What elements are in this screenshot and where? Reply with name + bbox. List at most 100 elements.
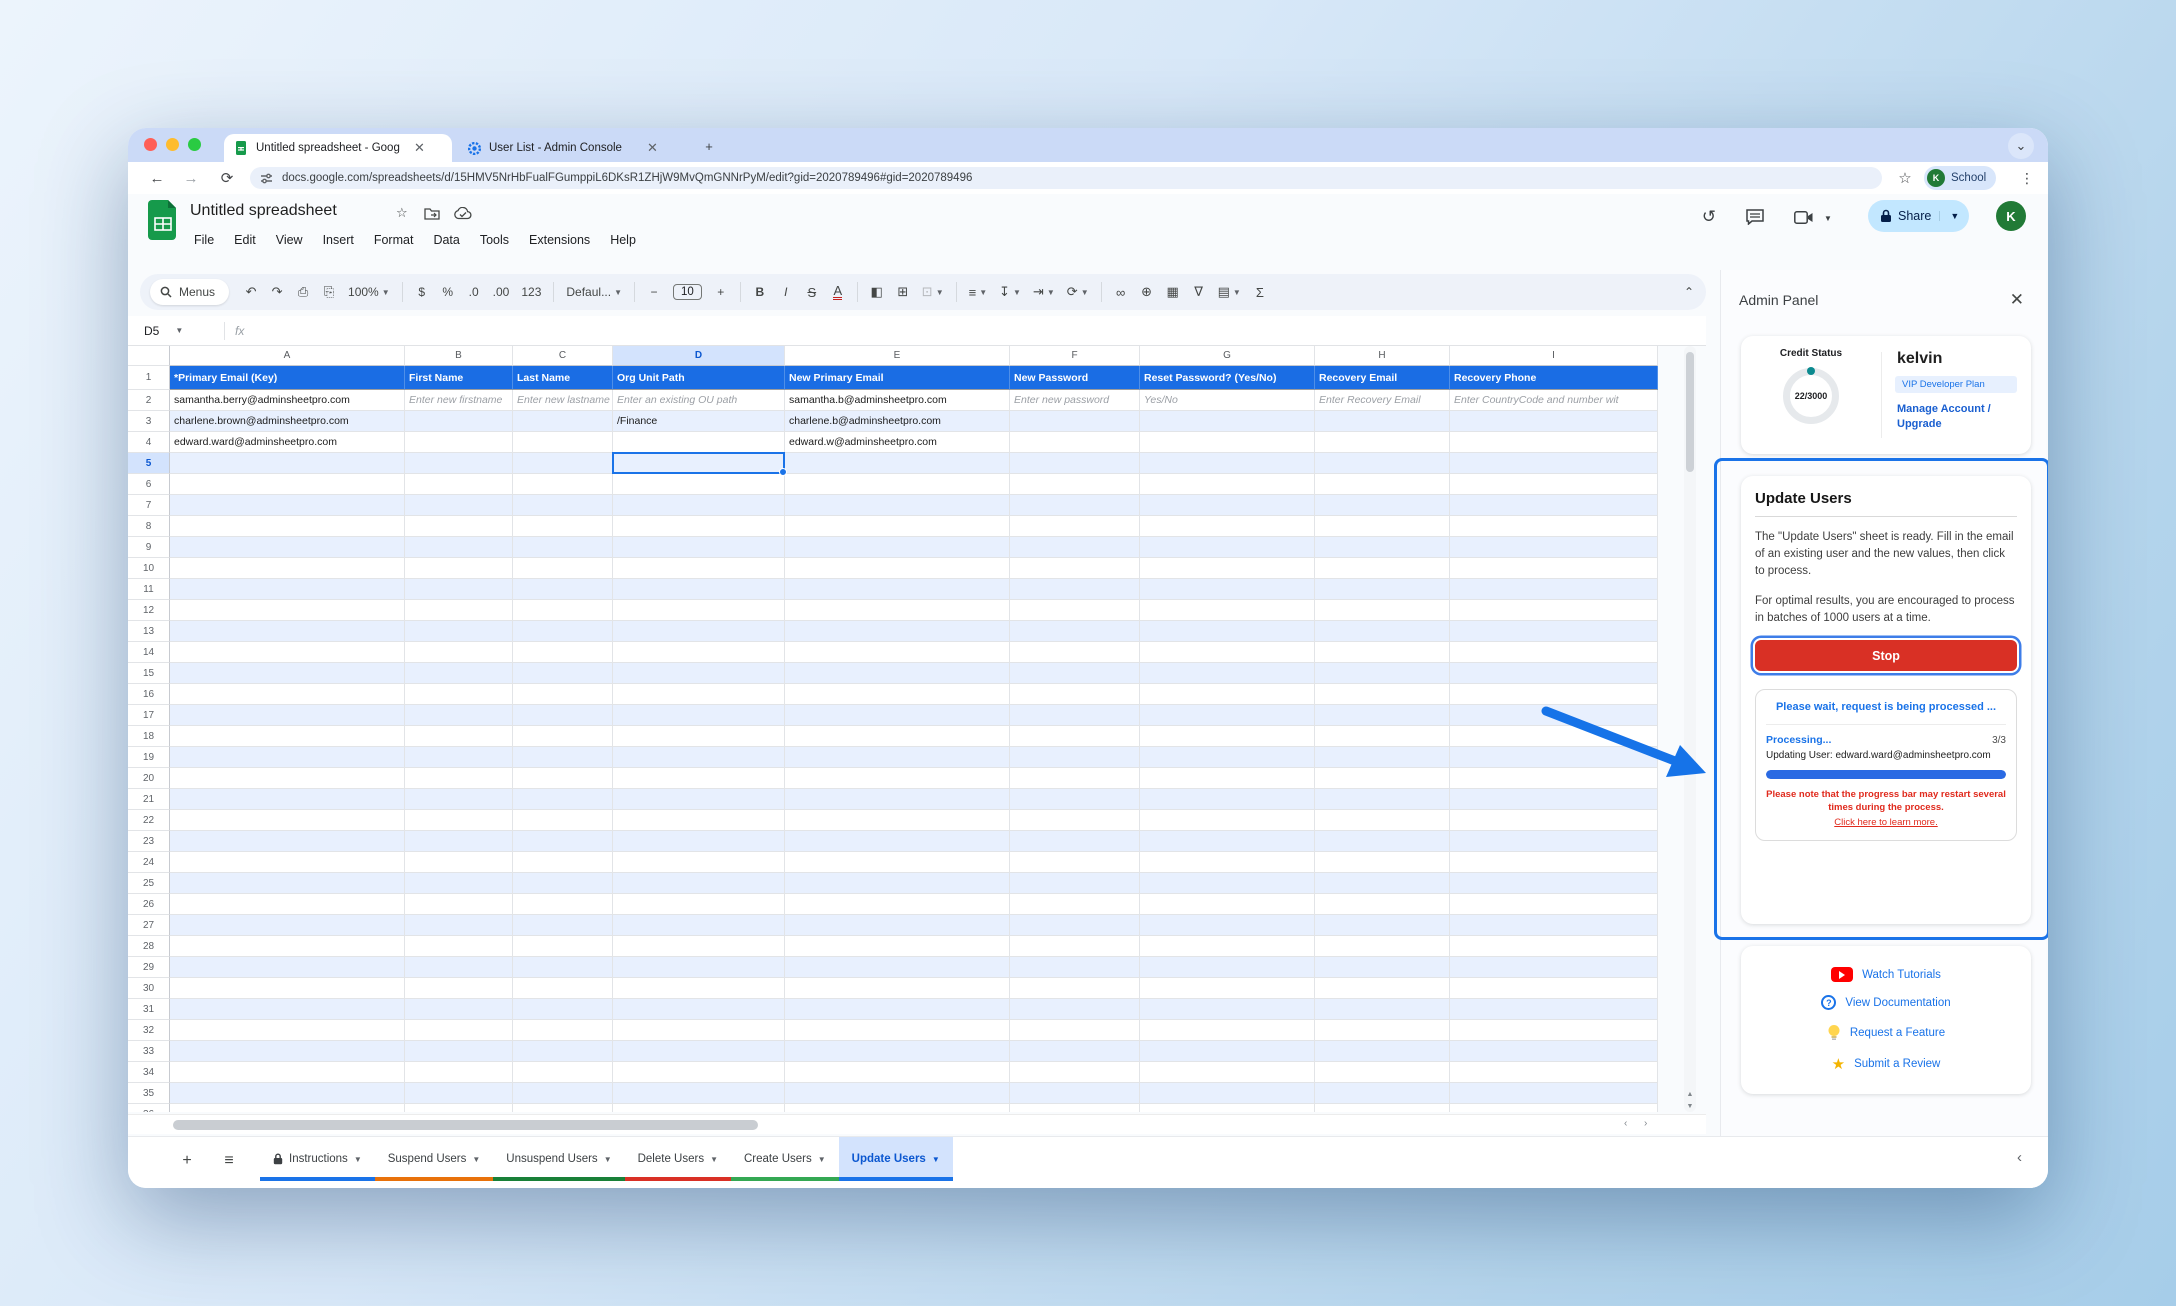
cell-C24[interactable] xyxy=(513,852,613,873)
cell-I7[interactable] xyxy=(1450,495,1658,516)
cell-C10[interactable] xyxy=(513,558,613,579)
cell-I33[interactable] xyxy=(1450,1041,1658,1062)
cell-H26[interactable] xyxy=(1315,894,1450,915)
cell-G20[interactable] xyxy=(1140,768,1315,789)
cell-G30[interactable] xyxy=(1140,978,1315,999)
cell-C22[interactable] xyxy=(513,810,613,831)
cell-C11[interactable] xyxy=(513,579,613,600)
font-size-button[interactable]: 10 xyxy=(668,279,707,305)
row-header-18[interactable]: 18 xyxy=(128,726,170,747)
cell-H3[interactable] xyxy=(1315,411,1450,432)
header-cell-E1[interactable]: New Primary Email xyxy=(785,366,1010,390)
cell-F16[interactable] xyxy=(1010,684,1140,705)
cell-D31[interactable] xyxy=(613,999,785,1020)
profile-chip[interactable]: K School xyxy=(1924,166,1997,190)
cell-G22[interactable] xyxy=(1140,810,1315,831)
cell-I24[interactable] xyxy=(1450,852,1658,873)
cell-D15[interactable] xyxy=(613,663,785,684)
cell-A12[interactable] xyxy=(170,600,405,621)
cell-B8[interactable] xyxy=(405,516,513,537)
hide-toolbar-icon[interactable]: ⌃ xyxy=(1684,285,1694,299)
header-cell-A1[interactable]: *Primary Email (Key) xyxy=(170,366,405,390)
meet-video-icon[interactable] xyxy=(1794,211,1814,224)
cell-G35[interactable] xyxy=(1140,1083,1315,1104)
row-header-32[interactable]: 32 xyxy=(128,1020,170,1041)
cell-F14[interactable] xyxy=(1010,642,1140,663)
cell-F34[interactable] xyxy=(1010,1062,1140,1083)
cell-I17[interactable] xyxy=(1450,705,1658,726)
cell-D5[interactable] xyxy=(613,453,785,474)
cell-B36[interactable] xyxy=(405,1104,513,1112)
cell-G10[interactable] xyxy=(1140,558,1315,579)
cell-G31[interactable] xyxy=(1140,999,1315,1020)
cell-H32[interactable] xyxy=(1315,1020,1450,1041)
cell-E36[interactable] xyxy=(785,1104,1010,1112)
sheet-tab-unsuspend-users[interactable]: Unsuspend Users ▼ xyxy=(493,1137,625,1181)
cell-D20[interactable] xyxy=(613,768,785,789)
cell-E10[interactable] xyxy=(785,558,1010,579)
cell-E12[interactable] xyxy=(785,600,1010,621)
version-history-icon[interactable]: ↺ xyxy=(1692,200,1726,234)
cell-G28[interactable] xyxy=(1140,936,1315,957)
cell-I15[interactable] xyxy=(1450,663,1658,684)
star-document-icon[interactable]: ☆ xyxy=(396,205,408,221)
vertical-align-icon-button[interactable]: ↧ ▼ xyxy=(994,279,1026,305)
functions-icon-button[interactable]: Σ xyxy=(1248,279,1272,305)
cell-E30[interactable] xyxy=(785,978,1010,999)
cell-B11[interactable] xyxy=(405,579,513,600)
cell-C15[interactable] xyxy=(513,663,613,684)
cell-A22[interactable] xyxy=(170,810,405,831)
cell-H5[interactable] xyxy=(1315,453,1450,474)
cell-I14[interactable] xyxy=(1450,642,1658,663)
cell-I5[interactable] xyxy=(1450,453,1658,474)
sheet-tab-menu-caret[interactable]: ▼ xyxy=(604,1155,612,1164)
cell-F19[interactable] xyxy=(1010,747,1140,768)
row-header-16[interactable]: 16 xyxy=(128,684,170,705)
cell-B33[interactable] xyxy=(405,1041,513,1062)
meet-dropdown-caret[interactable]: ▼ xyxy=(1824,214,1832,223)
cell-F30[interactable] xyxy=(1010,978,1140,999)
cell-I35[interactable] xyxy=(1450,1083,1658,1104)
cell-H22[interactable] xyxy=(1315,810,1450,831)
cell-B28[interactable] xyxy=(405,936,513,957)
cell-G14[interactable] xyxy=(1140,642,1315,663)
horizontal-scrollbar[interactable]: ‹ › xyxy=(128,1114,1706,1134)
row-header-27[interactable]: 27 xyxy=(128,915,170,936)
cell-E6[interactable] xyxy=(785,474,1010,495)
cell-G15[interactable] xyxy=(1140,663,1315,684)
cell-H25[interactable] xyxy=(1315,873,1450,894)
cell-C18[interactable] xyxy=(513,726,613,747)
more-formats-button[interactable]: 123 xyxy=(516,279,546,305)
cell-A33[interactable] xyxy=(170,1041,405,1062)
row-header-12[interactable]: 12 xyxy=(128,600,170,621)
cell-H12[interactable] xyxy=(1315,600,1450,621)
toolbar-search[interactable]: Menus xyxy=(150,279,230,305)
cell-A14[interactable] xyxy=(170,642,405,663)
address-bar[interactable]: docs.google.com/spreadsheets/d/15HMV5NrH… xyxy=(250,167,1882,189)
decrease-decimals-button[interactable]: .0 xyxy=(462,279,486,305)
cell-D25[interactable] xyxy=(613,873,785,894)
cell-E18[interactable] xyxy=(785,726,1010,747)
cell-G16[interactable] xyxy=(1140,684,1315,705)
cell-C5[interactable] xyxy=(513,453,613,474)
column-header-C[interactable]: C xyxy=(513,346,613,366)
header-cell-B1[interactable]: First Name xyxy=(405,366,513,390)
cell-F17[interactable] xyxy=(1010,705,1140,726)
cell-C34[interactable] xyxy=(513,1062,613,1083)
cell-G24[interactable] xyxy=(1140,852,1315,873)
row-header-29[interactable]: 29 xyxy=(128,957,170,978)
cell-G12[interactable] xyxy=(1140,600,1315,621)
cell-E19[interactable] xyxy=(785,747,1010,768)
cell-E4[interactable]: edward.w@adminsheetpro.com xyxy=(785,432,1010,453)
cell-B7[interactable] xyxy=(405,495,513,516)
share-dropdown-caret[interactable]: ▼ xyxy=(1939,211,1969,221)
cell-H18[interactable] xyxy=(1315,726,1450,747)
cell-I25[interactable] xyxy=(1450,873,1658,894)
format-percent-button[interactable]: % xyxy=(436,279,460,305)
cell-D17[interactable] xyxy=(613,705,785,726)
row-header-34[interactable]: 34 xyxy=(128,1062,170,1083)
cell-B3[interactable] xyxy=(405,411,513,432)
cell-A11[interactable] xyxy=(170,579,405,600)
cell-C30[interactable] xyxy=(513,978,613,999)
table-icon-button[interactable]: ▤ ▼ xyxy=(1213,279,1246,305)
